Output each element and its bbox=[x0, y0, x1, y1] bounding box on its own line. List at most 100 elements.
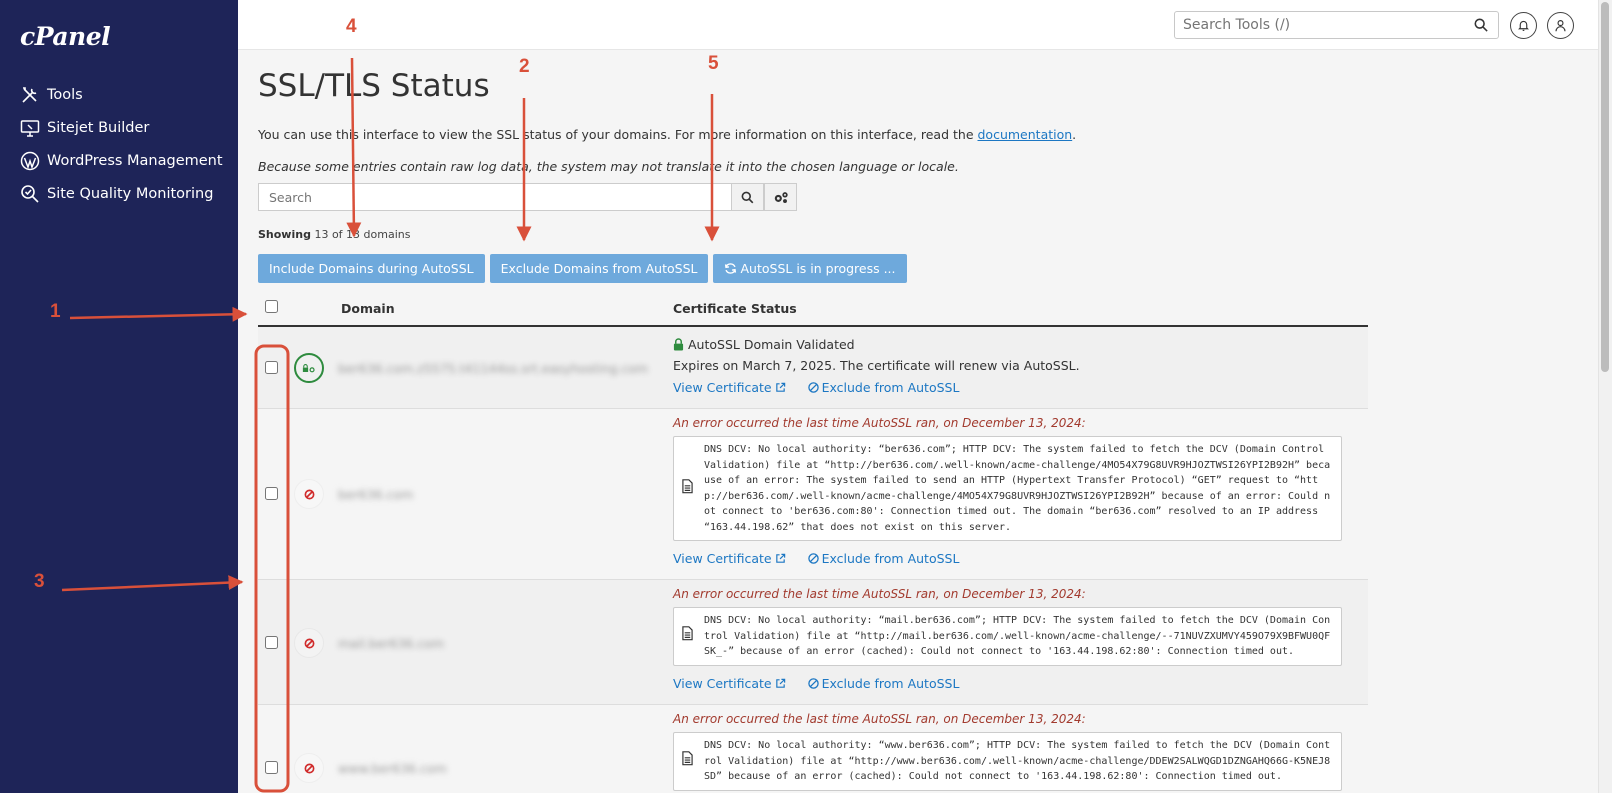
table-row: ber636.com.z5575.t41144ss.srt.easyhostin… bbox=[258, 327, 1368, 409]
sidebar-item-wordpress[interactable]: WordPress Management bbox=[0, 144, 238, 177]
sidebar-nav: Tools Sitejet Builder WordPress Manageme… bbox=[0, 78, 238, 210]
domains-table: Domain Certificate Status ber636.com.z55… bbox=[258, 292, 1368, 793]
search-button[interactable] bbox=[731, 183, 764, 211]
status-column-header[interactable]: Certificate Status bbox=[673, 301, 797, 316]
sidebar-item-site-quality[interactable]: Site Quality Monitoring bbox=[0, 177, 238, 210]
validated-line: AutoSSL Domain Validated bbox=[673, 337, 1343, 352]
user-account-icon[interactable] bbox=[1547, 12, 1574, 39]
view-certificate-link[interactable]: View Certificate bbox=[673, 380, 786, 395]
expiry-text: Expires on March 7, 2025. The certificat… bbox=[673, 358, 1080, 373]
tools-icon bbox=[19, 84, 41, 106]
view-certificate-link[interactable]: View Certificate bbox=[673, 551, 786, 566]
sidebar-item-label: Tools bbox=[47, 86, 83, 103]
search-icon[interactable] bbox=[1474, 17, 1490, 33]
document-icon bbox=[682, 626, 693, 647]
error-title: An error occurred the last time AutoSSL … bbox=[673, 416, 1086, 430]
row-checkbox[interactable] bbox=[265, 761, 278, 774]
view-certificate-label: View Certificate bbox=[673, 380, 772, 395]
certificate-status: An error occurred the last time AutoSSL … bbox=[673, 416, 1343, 566]
select-all-checkbox[interactable] bbox=[265, 300, 278, 313]
domain-name: mail.ber636.com bbox=[338, 636, 445, 651]
domain-search-bar bbox=[258, 183, 797, 211]
ssl-error-icon bbox=[294, 628, 324, 658]
annotation-label-2: 2 bbox=[519, 56, 530, 77]
intro-text-body: You can use this interface to view the S… bbox=[258, 127, 978, 142]
autossl-progress-button[interactable]: AutoSSL is in progress ... bbox=[713, 254, 907, 283]
exclude-label: Exclude from AutoSSL bbox=[821, 675, 960, 691]
annotation-label-4: 4 bbox=[346, 16, 357, 37]
sitejet-icon bbox=[19, 117, 41, 139]
scrollbar-thumb[interactable] bbox=[1601, 2, 1609, 372]
table-header: Domain Certificate Status bbox=[258, 292, 1368, 327]
intro-end: . bbox=[1072, 127, 1077, 142]
sidebar-item-label: WordPress Management bbox=[47, 152, 223, 169]
ban-icon bbox=[807, 553, 819, 564]
documentation-link[interactable]: documentation bbox=[978, 127, 1073, 142]
sidebar-item-label: Site Quality Monitoring bbox=[47, 185, 214, 202]
error-message: DNS DCV: No local authority: “www.ber636… bbox=[704, 740, 1331, 782]
ssl-valid-lock-icon bbox=[294, 353, 324, 383]
error-log-box: DNS DCV: No local authority: “mail.ber63… bbox=[673, 607, 1342, 666]
table-row: ber636.com An error occurred the last ti… bbox=[258, 409, 1368, 580]
exclude-domains-button[interactable]: Exclude Domains from AutoSSL bbox=[489, 254, 709, 283]
document-icon bbox=[682, 478, 693, 499]
refresh-icon bbox=[725, 263, 737, 274]
error-title: An error occurred the last time AutoSSL … bbox=[673, 587, 1086, 601]
error-log-box: DNS DCV: No local authority: “www.ber636… bbox=[673, 732, 1342, 791]
exclude-label: Exclude from AutoSSL bbox=[821, 380, 960, 395]
exclude-from-autossl-link[interactable]: Exclude from AutoSSL bbox=[807, 551, 960, 566]
annotation-label-5: 5 bbox=[708, 53, 719, 74]
domain-name: ber636.com.z5575.t41144ss.srt.easyhostin… bbox=[338, 361, 649, 376]
row-checkbox[interactable] bbox=[265, 361, 278, 374]
search-settings-button[interactable] bbox=[764, 183, 797, 211]
certificate-status: An error occurred the last time AutoSSL … bbox=[673, 587, 1343, 691]
exclude-from-autossl-link[interactable]: Exclude from AutoSSL bbox=[807, 380, 960, 395]
view-certificate-label: View Certificate bbox=[673, 551, 772, 566]
exclude-from-autossl-link[interactable]: Exclude from AutoSSL bbox=[807, 675, 960, 691]
view-certificate-link[interactable]: View Certificate bbox=[673, 676, 786, 691]
external-link-icon bbox=[775, 382, 785, 392]
external-link-icon bbox=[775, 678, 785, 688]
error-message: DNS DCV: No local authority: “ber636.com… bbox=[704, 444, 1331, 533]
sidebar-item-tools[interactable]: Tools bbox=[0, 78, 238, 111]
ssl-error-icon bbox=[294, 479, 324, 509]
showing-count: Showing 13 of 13 domains bbox=[258, 228, 410, 241]
view-certificate-label: View Certificate bbox=[673, 675, 772, 691]
row-checkbox[interactable] bbox=[265, 487, 278, 500]
search-tools-input[interactable] bbox=[1174, 11, 1499, 39]
domain-name: www.ber636.com bbox=[338, 761, 447, 776]
raw-log-note: Because some entries contain raw log dat… bbox=[258, 159, 959, 174]
notifications-bell-icon[interactable] bbox=[1510, 12, 1537, 39]
wordpress-icon bbox=[19, 150, 41, 172]
certificate-status: An error occurred the last time AutoSSL … bbox=[673, 712, 1343, 793]
sidebar-item-sitejet[interactable]: Sitejet Builder bbox=[0, 111, 238, 144]
row-links: View Certificate Exclude from AutoSSL bbox=[673, 551, 1343, 566]
row-links: View Certificate Exclude from AutoSSL bbox=[673, 380, 1343, 395]
site-quality-icon bbox=[19, 183, 41, 205]
domain-search-input[interactable] bbox=[258, 183, 731, 211]
table-row: www.ber636.com An error occurred the las… bbox=[258, 705, 1368, 793]
autossl-progress-label: AutoSSL is in progress ... bbox=[740, 261, 896, 276]
include-domains-button[interactable]: Include Domains during AutoSSL bbox=[258, 254, 485, 283]
error-title: An error occurred the last time AutoSSL … bbox=[673, 712, 1086, 726]
showing-value: 13 of 13 domains bbox=[314, 228, 411, 241]
validated-text: AutoSSL Domain Validated bbox=[688, 337, 855, 352]
document-icon bbox=[682, 751, 693, 772]
page-scrollbar[interactable] bbox=[1598, 0, 1612, 793]
ssl-error-icon bbox=[294, 753, 324, 783]
domain-column-header[interactable]: Domain bbox=[341, 301, 395, 316]
error-log-box: DNS DCV: No local authority: “ber636.com… bbox=[673, 436, 1342, 541]
ban-icon bbox=[807, 382, 819, 393]
external-link-icon bbox=[775, 553, 785, 563]
ban-icon bbox=[807, 677, 819, 689]
annotation-label-1: 1 bbox=[50, 301, 61, 322]
row-checkbox[interactable] bbox=[265, 636, 278, 649]
lock-icon bbox=[673, 338, 684, 351]
autossl-button-row: Include Domains during AutoSSL Exclude D… bbox=[258, 254, 907, 283]
topbar bbox=[238, 0, 1598, 50]
cpanel-logo[interactable]: cPanel bbox=[20, 22, 111, 51]
error-message: DNS DCV: No local authority: “mail.ber63… bbox=[704, 615, 1331, 657]
domain-name: ber636.com bbox=[338, 487, 414, 502]
page-title: SSL/TLS Status bbox=[258, 68, 490, 104]
exclude-label: Exclude from AutoSSL bbox=[821, 551, 960, 566]
